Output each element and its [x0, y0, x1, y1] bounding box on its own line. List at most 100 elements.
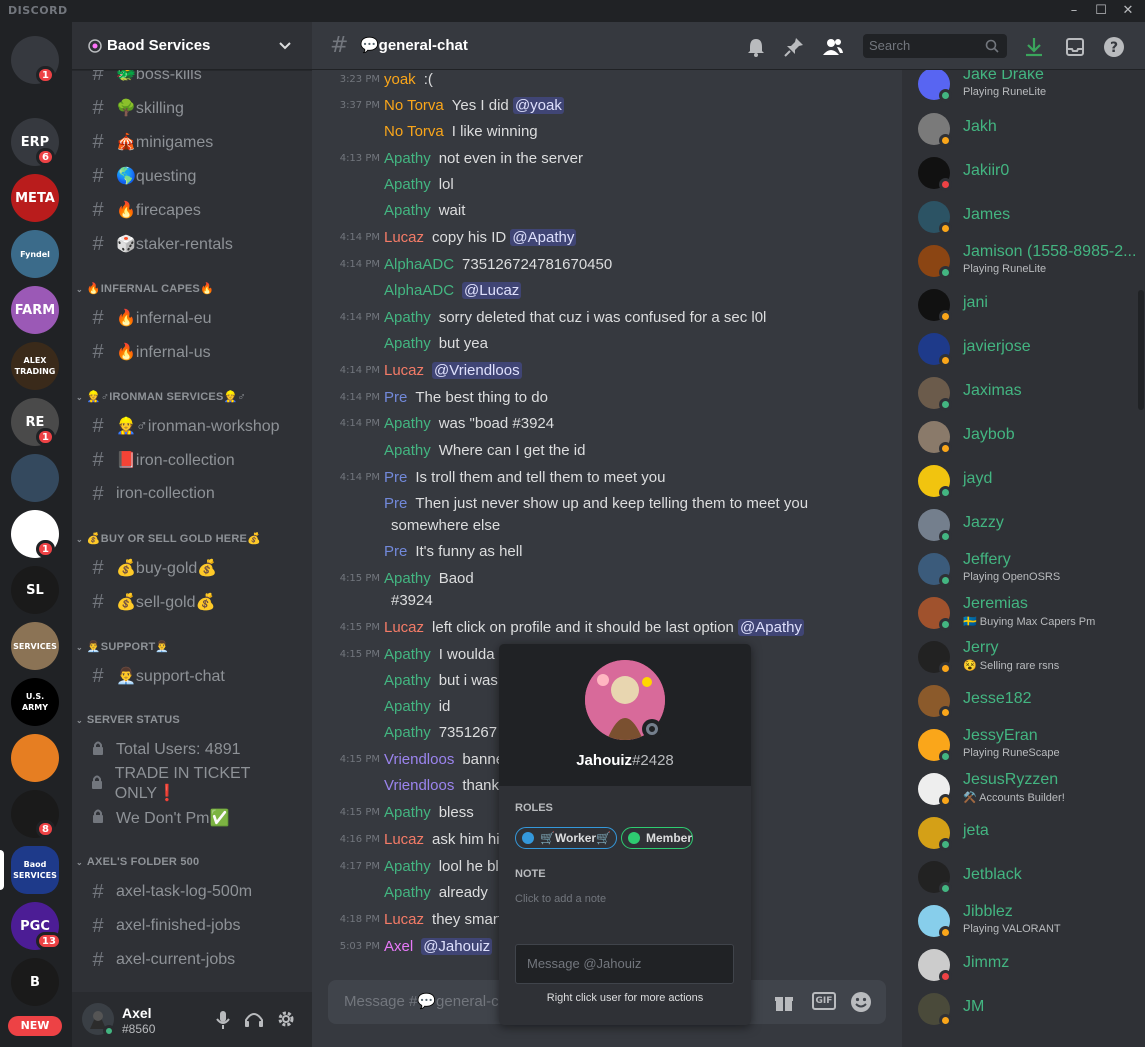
channel-item[interactable]: # iron-collection: [80, 478, 304, 510]
member-item[interactable]: Jake Drake Playing RuneLite: [918, 70, 1143, 106]
pin-icon[interactable]: [783, 36, 805, 58]
channel-item[interactable]: # axel-finished-jobs: [80, 910, 304, 942]
member-item[interactable]: Jesse182: [918, 679, 1143, 723]
message-author[interactable]: Apathy: [384, 335, 431, 352]
message-author[interactable]: Pre: [384, 389, 407, 406]
channel-item[interactable]: # 💰buy-gold💰: [80, 552, 304, 584]
channel-item[interactable]: # axel-task-log-500m: [80, 876, 304, 908]
channel-category[interactable]: ⌄ 👷♂IRONMAN SERVICES👷♂: [76, 390, 246, 403]
member-item[interactable]: Jakiir0: [918, 151, 1143, 195]
message-author[interactable]: No Torva: [384, 123, 444, 140]
message-author[interactable]: Lucaz: [384, 619, 424, 636]
bell-icon[interactable]: [745, 36, 767, 58]
message-author[interactable]: Apathy: [384, 698, 431, 715]
server-icon[interactable]: FARM: [11, 286, 59, 334]
channel-item[interactable]: # 🔥firecapes: [80, 194, 304, 226]
message-author[interactable]: Apathy: [384, 884, 431, 901]
new-badge[interactable]: NEW: [8, 1016, 62, 1036]
message-author[interactable]: Lucaz: [384, 911, 424, 928]
message-author[interactable]: Lucaz: [384, 229, 424, 246]
user-mention[interactable]: @Apathy: [510, 229, 577, 246]
user-mention[interactable]: @Lucaz: [462, 282, 522, 299]
member-item[interactable]: James: [918, 195, 1143, 239]
locked-channel[interactable]: Total Users: 4891: [80, 734, 304, 766]
message-author[interactable]: Vriendloos: [384, 751, 454, 768]
emoji-icon[interactable]: [850, 991, 872, 1013]
message-author[interactable]: AlphaADC: [384, 282, 454, 299]
message-author[interactable]: Apathy: [384, 804, 431, 821]
gif-icon[interactable]: GIF: [812, 992, 836, 1010]
server-icon[interactable]: ALEX TRADING: [11, 342, 59, 390]
channel-category[interactable]: ⌄ SERVER STATUS: [76, 714, 180, 726]
headphones-icon[interactable]: [244, 1010, 264, 1028]
message-author[interactable]: AlphaADC: [384, 256, 454, 273]
message-author[interactable]: Apathy: [384, 150, 431, 167]
message-author[interactable]: Pre: [384, 469, 407, 486]
close-window-button[interactable]: ✕: [1111, 0, 1145, 22]
member-item[interactable]: Jerry 😵 Selling rare rsns: [918, 635, 1143, 679]
member-item[interactable]: jeta: [918, 811, 1143, 855]
message-author[interactable]: Lucaz: [384, 362, 424, 379]
channel-item[interactable]: # 🌎questing: [80, 160, 304, 192]
message-author[interactable]: Pre: [384, 543, 407, 560]
message-author[interactable]: Lucaz: [384, 831, 424, 848]
message-author[interactable]: Apathy: [384, 202, 431, 219]
gear-icon[interactable]: [277, 1010, 295, 1028]
help-icon[interactable]: ?: [1103, 36, 1125, 58]
user-mention[interactable]: @Apathy: [738, 619, 804, 636]
server-icon[interactable]: U.S. ARMY: [11, 678, 59, 726]
server-icon[interactable]: [11, 454, 59, 502]
download-icon[interactable]: [1023, 36, 1045, 58]
member-item[interactable]: Jetblack: [918, 855, 1143, 899]
note-input[interactable]: Click to add a note: [515, 893, 606, 905]
channel-category[interactable]: ⌄ 🔥INFERNAL CAPES🔥: [76, 282, 214, 295]
locked-channel[interactable]: TRADE IN TICKET ONLY❗: [80, 765, 304, 802]
message-author[interactable]: Pre: [384, 495, 407, 512]
server-icon[interactable]: [11, 734, 59, 782]
channel-item[interactable]: # 📕iron-collection: [80, 444, 304, 476]
message-author[interactable]: Apathy: [384, 415, 431, 432]
message-author[interactable]: yoak: [384, 71, 416, 88]
message-author[interactable]: No Torva: [384, 97, 444, 114]
chevron-down-icon[interactable]: [278, 40, 292, 52]
member-item[interactable]: Jibblez Playing VALORANT: [918, 899, 1143, 943]
channel-item[interactable]: # 🎲staker-rentals: [80, 228, 304, 260]
message-author[interactable]: Apathy: [384, 858, 431, 875]
member-item[interactable]: Jakh: [918, 107, 1143, 151]
member-item[interactable]: Jeffery Playing OpenOSRS: [918, 547, 1143, 591]
member-item[interactable]: javierjose: [918, 327, 1143, 371]
locked-channel[interactable]: We Don't Pm✅: [80, 802, 304, 834]
channel-item[interactable]: # 💰sell-gold💰: [80, 586, 304, 618]
microphone-icon[interactable]: [215, 1010, 231, 1030]
member-item[interactable]: Jaybob: [918, 415, 1143, 459]
channel-item[interactable]: # 🐲boss-kills: [80, 70, 304, 90]
message-author[interactable]: Axel: [384, 938, 413, 955]
channel-item[interactable]: # 🔥infernal-eu: [80, 302, 304, 334]
member-item[interactable]: Jeremias 🇸🇪 Buying Max Capers Pm: [918, 591, 1143, 635]
message-author[interactable]: Apathy: [384, 672, 431, 689]
inbox-icon[interactable]: [1064, 36, 1086, 58]
server-icon[interactable]: SERVICES: [11, 622, 59, 670]
channel-item[interactable]: # 👨‍💼support-chat: [80, 660, 304, 692]
member-item[interactable]: JM: [918, 987, 1143, 1031]
member-item[interactable]: JesusRyzzen ⚒️ Accounts Builder!: [918, 767, 1143, 811]
message-author[interactable]: Apathy: [384, 176, 431, 193]
member-item[interactable]: Jimmz: [918, 943, 1143, 987]
channel-category[interactable]: ⌄ AXEL'S FOLDER 500: [76, 856, 199, 868]
member-item[interactable]: Jazzy: [918, 503, 1143, 547]
server-icon[interactable]: B: [11, 958, 59, 1006]
message-author[interactable]: Vriendloos: [384, 777, 454, 794]
message-author[interactable]: Apathy: [384, 646, 431, 663]
channel-item[interactable]: # 🎪minigames: [80, 126, 304, 158]
server-header[interactable]: Baod Services: [72, 22, 312, 70]
user-mention[interactable]: @yoak: [512, 97, 564, 114]
server-icon[interactable]: META: [11, 174, 59, 222]
member-item[interactable]: Jamison (1558-8985-2... Playing RuneLite: [918, 239, 1143, 283]
role-pill[interactable]: 🛒Worker🛒: [515, 827, 617, 849]
search-input[interactable]: Search: [863, 34, 1007, 58]
server-icon[interactable]: Fyndel: [11, 230, 59, 278]
channel-category[interactable]: ⌄ 💰BUY OR SELL GOLD HERE💰: [76, 532, 261, 545]
message-author[interactable]: Apathy: [384, 442, 431, 459]
message-author[interactable]: Apathy: [384, 570, 431, 587]
gift-icon[interactable]: [773, 991, 795, 1013]
